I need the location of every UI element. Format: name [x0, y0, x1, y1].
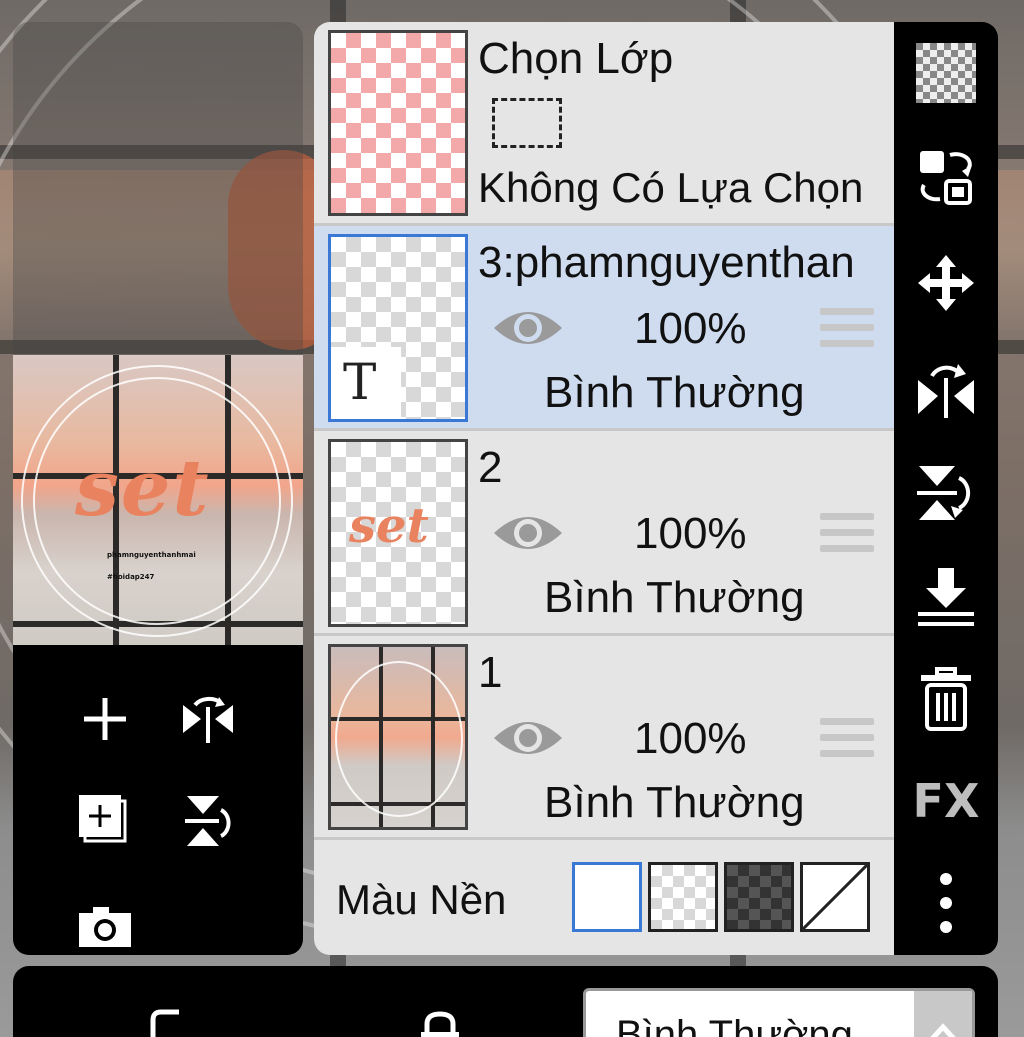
camera-button[interactable]: [77, 899, 133, 955]
layer-blend-mode[interactable]: Bình Thường: [544, 778, 805, 828]
drag-handle-icon[interactable]: [820, 308, 874, 356]
selection-thumbnail: [328, 30, 468, 216]
background-transparent-swatch[interactable]: [648, 862, 718, 932]
background-color-label: Màu Nền: [336, 876, 507, 923]
layer-name: 3:phamnguyenthan: [478, 238, 855, 287]
diagonal-line-icon: [801, 863, 869, 931]
layer-row[interactable]: set 2 100% Bình Thường: [314, 431, 896, 636]
swap-layer-button[interactable]: [911, 142, 981, 212]
trash-icon: [921, 667, 971, 731]
left-panel: set phamnguyenthanhmai #hoidap247: [13, 22, 303, 955]
lock-icon[interactable]: [415, 1010, 465, 1037]
fx-button[interactable]: FX: [911, 766, 981, 836]
preview-caption-tag: #hoidap247: [107, 573, 155, 581]
layer-thumbnail: T: [328, 234, 468, 422]
more-options-button[interactable]: [911, 868, 981, 938]
drag-handle-icon[interactable]: [820, 718, 874, 766]
visibility-eye-icon[interactable]: [492, 714, 564, 762]
flip-horizontal-icon: [183, 696, 233, 743]
thumbnail-art-text: set: [349, 498, 429, 554]
drag-handle-icon[interactable]: [820, 513, 874, 561]
flip-vertical-button[interactable]: [911, 458, 981, 528]
layer-row[interactable]: 1 100% Bình Thường: [314, 636, 896, 840]
layer-thumbnail: [328, 644, 468, 830]
layer-opacity[interactable]: 100%: [634, 714, 747, 764]
swap-icon: [920, 151, 972, 205]
plus-icon: [84, 698, 126, 740]
layer-name: 1: [478, 648, 503, 697]
flip-layer-vertical-button[interactable]: [179, 793, 235, 849]
text-layer-icon: T: [331, 347, 401, 419]
layer-blend-mode[interactable]: Bình Thường: [544, 573, 805, 623]
canvas-preview[interactable]: set phamnguyenthanhmai #hoidap247: [13, 355, 303, 645]
layer-opacity[interactable]: 100%: [634, 304, 747, 354]
background-color-row: Màu Nền: [314, 840, 896, 955]
fx-icon: FX: [912, 774, 980, 828]
flip-vertical-icon: [185, 796, 231, 846]
bottom-bar: Bình Thường: [13, 966, 998, 1037]
layer-name: 2: [478, 443, 503, 492]
selection-status: Không Có Lựa Chọn: [478, 164, 864, 211]
layer-opacity[interactable]: 100%: [634, 509, 747, 559]
layer-blend-mode[interactable]: Bình Thường: [544, 368, 805, 418]
left-toolbar: [13, 645, 303, 955]
flip-vertical-icon: [917, 466, 971, 520]
camera-icon: [79, 907, 131, 947]
transparency-button[interactable]: [911, 38, 981, 108]
blend-mode-value: Bình Thường: [616, 1013, 853, 1037]
preview-art-text: set: [75, 443, 211, 534]
visibility-eye-icon[interactable]: [492, 304, 564, 352]
duplicate-icon: [79, 795, 127, 843]
preview-caption-name: phamnguyenthanhmai: [107, 551, 196, 559]
delete-layer-button[interactable]: [911, 664, 981, 734]
visibility-eye-icon[interactable]: [492, 509, 564, 557]
flip-horizontal-button[interactable]: [911, 354, 981, 424]
selection-layer-title: Chọn Lớp: [478, 34, 674, 83]
right-toolbar: FX: [894, 22, 998, 955]
flip-horizontal-icon: [918, 364, 974, 418]
chevron-up-icon: [914, 991, 972, 1037]
merge-down-icon: [918, 568, 974, 626]
checker-icon: [916, 43, 976, 103]
selection-marquee-icon: [492, 98, 562, 148]
duplicate-layer-button[interactable]: [77, 793, 133, 849]
layer-row[interactable]: T 3:phamnguyenthan 100% Bình Thường: [314, 226, 896, 431]
selection-layer-row[interactable]: Chọn Lớp Không Có Lựa Chọn: [314, 22, 896, 226]
background-none-swatch[interactable]: [800, 862, 870, 932]
move-icon: [918, 255, 974, 311]
layer-thumbnail: set: [328, 439, 468, 627]
more-icon: [940, 873, 952, 933]
add-layer-button[interactable]: [77, 691, 133, 747]
background-white-swatch[interactable]: [572, 862, 642, 932]
move-button[interactable]: [911, 248, 981, 318]
background-dark-swatch[interactable]: [724, 862, 794, 932]
clipping-icon[interactable]: [149, 1008, 183, 1037]
merge-down-button[interactable]: [911, 562, 981, 632]
flip-layer-horizontal-button[interactable]: [179, 691, 235, 747]
layers-panel: Chọn Lớp Không Có Lựa Chọn T 3:phamnguye…: [314, 22, 896, 955]
blend-mode-select[interactable]: Bình Thường: [583, 988, 975, 1037]
